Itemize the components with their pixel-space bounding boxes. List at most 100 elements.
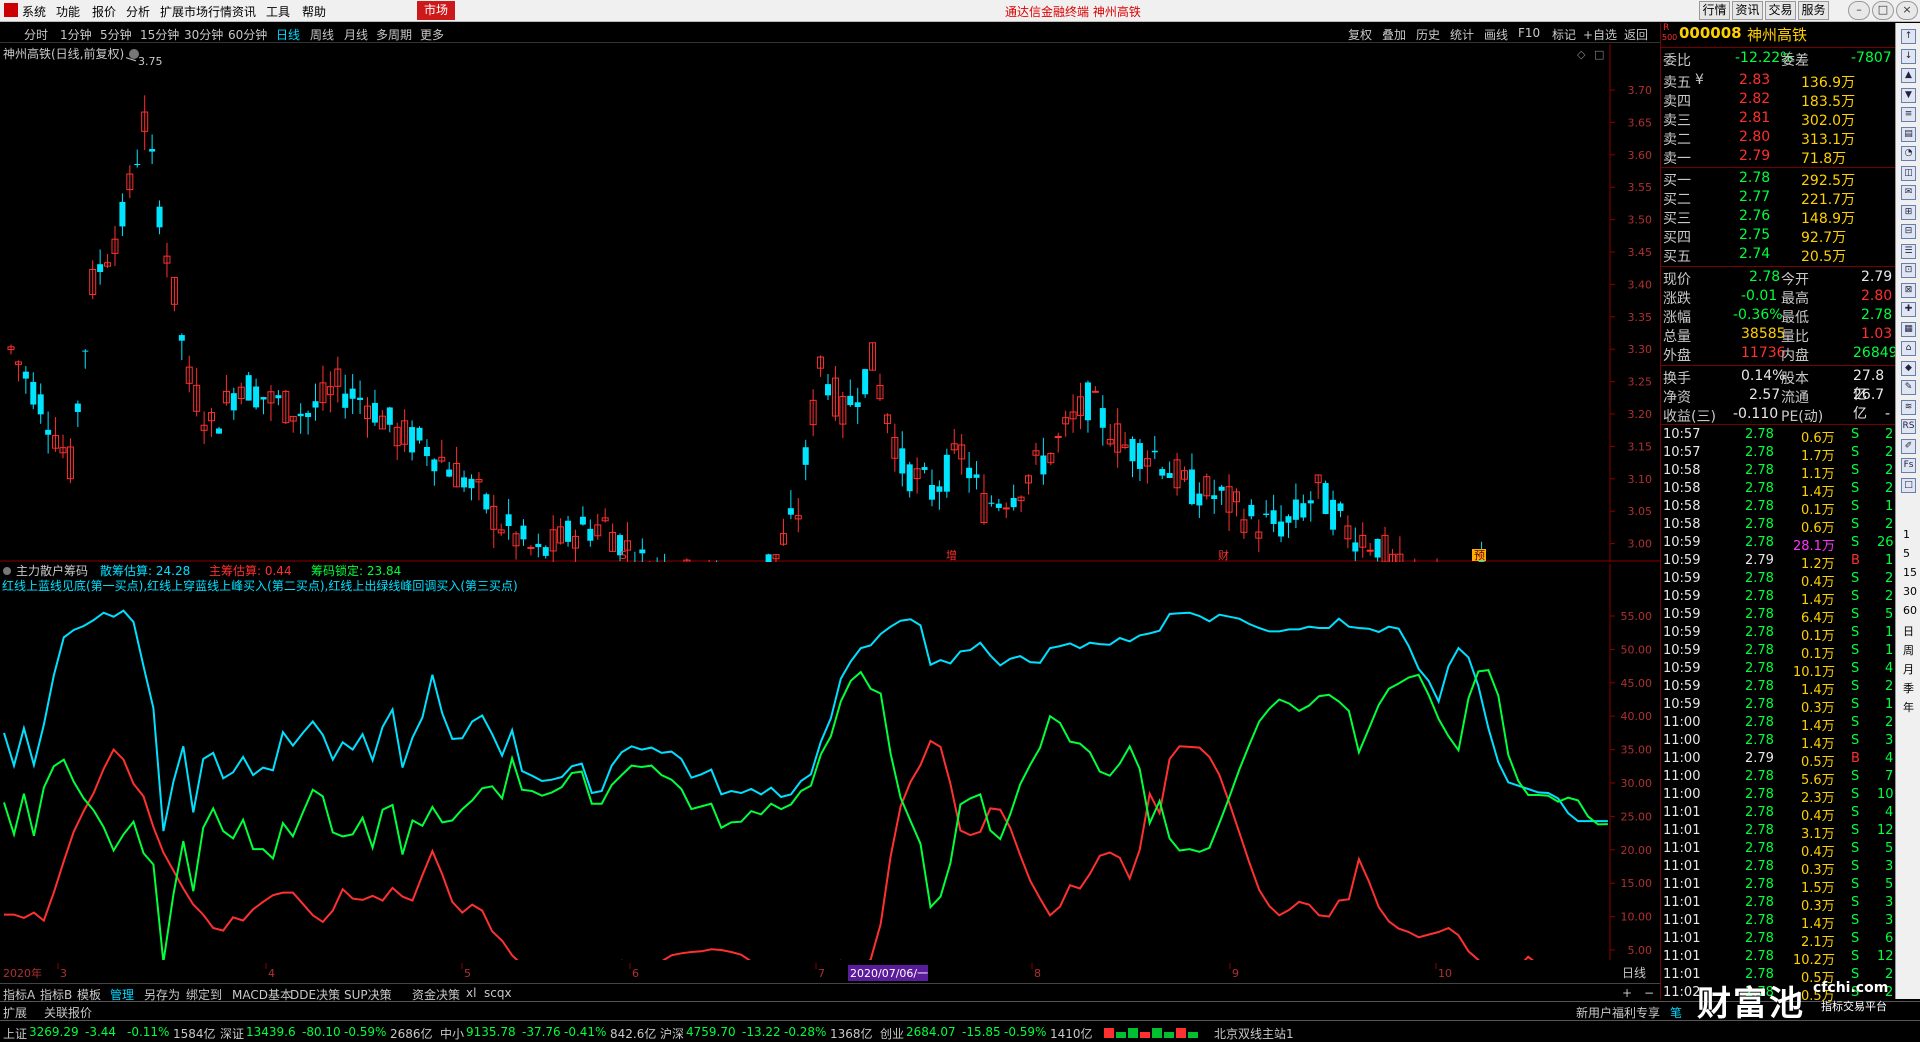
tick-price: 2.78 [1745, 481, 1774, 496]
menu-item-4[interactable]: 扩展市场行情 [160, 3, 232, 20]
period-2[interactable]: 5分钟 [100, 26, 132, 43]
index-pct-0: -0.11% [127, 1025, 170, 1039]
sidebar-period-label[interactable]: 1 [1903, 528, 1910, 541]
price-tick: 3.25 [1628, 376, 1653, 389]
sidebar-period-label[interactable]: 5 [1903, 547, 1910, 560]
sidebar-tool-icon[interactable]: ▲ [1901, 68, 1916, 83]
market-button[interactable]: 市场 [417, 1, 455, 20]
top-button-2[interactable]: 交易 [1765, 1, 1796, 20]
tick-time: 11:00 [1663, 715, 1701, 730]
zoom-out-icon[interactable]: − [1644, 986, 1654, 1000]
sidebar-tool-icon[interactable]: Fs [1901, 458, 1916, 473]
fund-label2: 流通 [1781, 390, 1809, 406]
tool-4[interactable]: 画线 [1484, 26, 1508, 43]
sidebar-tool-icon[interactable]: ◆ [1901, 360, 1916, 376]
pen-tab[interactable]: 笔 [1670, 1004, 1682, 1021]
activity-bar [1176, 1028, 1186, 1038]
sidebar-period-label[interactable]: 年 [1903, 699, 1914, 715]
menu-item-0[interactable]: 系统 [22, 3, 46, 20]
tick-time: 10:58 [1663, 463, 1701, 478]
zoom-in-icon[interactable]: + [1622, 986, 1632, 1000]
sidebar-period-label[interactable]: 周 [1903, 642, 1914, 658]
top-button-1[interactable]: 资讯 [1732, 1, 1763, 20]
minimize-icon[interactable]: – [1848, 1, 1870, 20]
sidebar-tool-icon[interactable]: ≡ [1901, 107, 1916, 122]
sidebar-tool-icon[interactable]: ◔ [1901, 146, 1916, 161]
menu-item-3[interactable]: 分析 [126, 3, 150, 20]
sidebar-tool-icon[interactable]: ✐ [1901, 438, 1916, 454]
tool-5[interactable]: F10 [1518, 26, 1540, 40]
tick-price: 2.78 [1745, 661, 1774, 676]
promo-link[interactable]: 新用户福利专享 [1576, 1004, 1660, 1021]
menu-item-2[interactable]: 报价 [92, 3, 116, 20]
tick-time: 10:58 [1663, 517, 1701, 532]
sidebar-tool-icon[interactable]: ▤ [1901, 126, 1916, 142]
indicator-settings-icon[interactable] [3, 567, 11, 575]
period-1[interactable]: 1分钟 [60, 26, 92, 43]
sidebar-tool-icon[interactable]: ✚ [1901, 302, 1916, 317]
period-10[interactable]: 更多 [420, 26, 444, 43]
menu-item-6[interactable]: 工具 [266, 3, 290, 20]
kline-chart[interactable]: 3.70 3.65 3.60 3.55 3.50 3.45 3.40 3.35 3.30 3.25… [0, 44, 1660, 562]
sidebar-tool-icon[interactable]: ⊠ [1901, 282, 1916, 298]
tool-7[interactable]: +自选 [1583, 26, 1617, 43]
indicator-name: 主力散户筹码 [16, 564, 88, 578]
period-0[interactable]: 分时 [24, 26, 48, 43]
indicator-chart[interactable]: 55.00 50.00 45.00 40.00 35.00 30.00 25.00 20.00… [0, 564, 1660, 960]
indicator-tab-11[interactable]: scqx [484, 986, 512, 1000]
tool-1[interactable]: 叠加 [1382, 26, 1406, 43]
tick-count: 12 [1877, 949, 1894, 964]
sidebar-period-label[interactable]: 30 [1903, 585, 1917, 598]
tool-0[interactable]: 复权 [1348, 26, 1372, 43]
top-button-3[interactable]: 服务 [1798, 1, 1829, 20]
month-label: 9 [1232, 967, 1239, 980]
tool-8[interactable]: 返回 [1624, 26, 1648, 43]
tick-side: S [1851, 931, 1860, 946]
sidebar-tool-icon[interactable]: ◫ [1901, 165, 1916, 181]
tick-side: S [1851, 715, 1860, 730]
sidebar-tool-icon[interactable]: ✎ [1901, 380, 1916, 395]
sidebar-tool-icon[interactable]: RS [1901, 419, 1916, 434]
sidebar-tool-icon[interactable]: ↓ [1901, 48, 1916, 64]
indicator-tab-10[interactable]: xl [466, 986, 476, 1000]
sidebar-tool-icon[interactable]: ↑ [1901, 29, 1916, 44]
sidebar-tool-icon[interactable]: ⊞ [1901, 204, 1916, 220]
sidebar-tool-icon[interactable]: ⊡ [1901, 263, 1916, 278]
period-3[interactable]: 15分钟 [140, 26, 179, 43]
period-5[interactable]: 60分钟 [228, 26, 267, 43]
menu-item-7[interactable]: 帮助 [302, 3, 326, 20]
bottom-tab-1[interactable]: 关联报价 [44, 1004, 92, 1021]
collapse-icon[interactable]: ◇ [1577, 48, 1586, 61]
sidebar-tool-icon[interactable]: ▼ [1901, 87, 1916, 103]
fund-label: 收益(三) [1663, 409, 1716, 425]
sidebar-tool-icon[interactable]: ⌂ [1901, 341, 1916, 356]
sidebar-period-label[interactable]: 季 [1903, 680, 1914, 696]
close-icon[interactable]: × [1896, 1, 1918, 20]
sidebar-tool-icon[interactable]: ▦ [1901, 321, 1916, 337]
sidebar-tool-icon[interactable]: ⊟ [1901, 224, 1916, 239]
period-4[interactable]: 30分钟 [184, 26, 223, 43]
ask-label: 卖四 [1663, 94, 1691, 110]
sidebar-tool-icon[interactable]: ≋ [1901, 399, 1916, 415]
sidebar-tool-icon[interactable]: □ [1901, 477, 1916, 493]
bottom-tab-0[interactable]: 扩展 [3, 1004, 27, 1021]
tool-6[interactable]: 标记 [1552, 26, 1576, 43]
sidebar-period-label[interactable]: 日 [1903, 623, 1914, 639]
menu-item-1[interactable]: 功能 [56, 3, 80, 20]
sidebar-tool-icon[interactable]: ✉ [1901, 185, 1916, 200]
sidebar-period-label[interactable]: 60 [1903, 604, 1917, 617]
sidebar-tool-icon[interactable]: ☰ [1901, 243, 1916, 259]
tick-count: 2 [1885, 481, 1894, 496]
menu-item-5[interactable]: 资讯 [232, 3, 256, 20]
period-8[interactable]: 月线 [344, 26, 368, 43]
tool-2[interactable]: 历史 [1416, 26, 1440, 43]
period-6[interactable]: 日线 [276, 26, 300, 43]
expand-icon[interactable]: □ [1594, 48, 1604, 61]
maximize-icon[interactable]: □ [1872, 1, 1894, 20]
sidebar-period-label[interactable]: 月 [1903, 661, 1914, 677]
sidebar-period-label[interactable]: 15 [1903, 566, 1917, 579]
top-button-0[interactable]: 行情 [1699, 1, 1730, 20]
period-9[interactable]: 多周期 [376, 26, 412, 43]
tool-3[interactable]: 统计 [1450, 26, 1474, 43]
period-7[interactable]: 周线 [310, 26, 334, 43]
